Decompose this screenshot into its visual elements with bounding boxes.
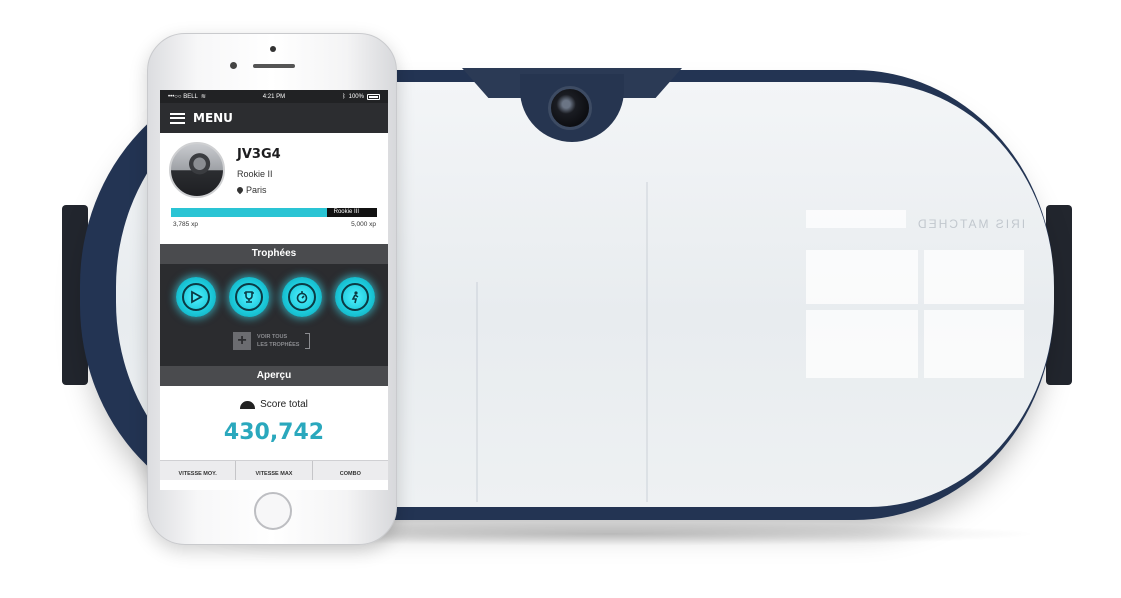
trophy-icon — [244, 291, 254, 303]
visor-overlay-panel — [806, 310, 918, 378]
runner-icon — [351, 291, 359, 304]
status-time: 4:21 PM — [262, 93, 286, 100]
trophy-badge-cup[interactable] — [229, 277, 269, 317]
smartphone: •••○○ BELL ≋ 4:21 PM ᛒ 100% MENU JV3G4 R… — [147, 33, 397, 545]
visor-overlay-panel — [806, 250, 918, 304]
play-icon — [191, 290, 203, 304]
stats-row: VITESSE MOY. VITESSE MAX COMBO — [160, 460, 388, 480]
see-all-line2: LES TROPHÉES — [257, 342, 300, 348]
location-pin-icon — [235, 185, 245, 195]
score-label: Score total — [260, 399, 308, 410]
speedometer-icon — [240, 400, 256, 409]
front-camera-icon — [270, 46, 276, 52]
home-button[interactable] — [254, 492, 292, 530]
menu-label[interactable]: MENU — [193, 111, 233, 125]
plus-icon: + — [233, 332, 251, 350]
visor-grid-line — [476, 282, 478, 502]
trophy-list — [176, 277, 375, 317]
score-value: 430,742 — [223, 420, 325, 445]
bluetooth-icon: ᛒ — [342, 93, 346, 100]
overview-header: Aperçu — [160, 366, 388, 386]
profile-card: JV3G4 Rookie II Paris Rookie III 3,785 x… — [160, 133, 388, 244]
location-label: Paris — [246, 185, 267, 195]
stat-combo[interactable]: COMBO — [313, 461, 388, 480]
carrier-label: •••○○ BELL — [168, 93, 198, 100]
visor-overlay-panel — [924, 310, 1024, 378]
location: Paris — [235, 185, 267, 195]
xp-target: 5,000 xp — [351, 221, 376, 228]
see-all-line1: VOIR TOUS — [257, 334, 288, 340]
see-all-trophies-button[interactable]: + VOIR TOUS LES TROPHÉES — [233, 332, 311, 350]
stat-max-speed[interactable]: VITESSE MAX — [236, 461, 313, 480]
xp-current: 3,785 xp — [173, 221, 198, 228]
bracket-icon — [305, 333, 311, 349]
score-label-row: Score total — [160, 399, 388, 410]
trophies-panel: + VOIR TOUS LES TROPHÉES — [160, 264, 388, 366]
rank-label: Rookie II — [237, 169, 273, 179]
next-rank-label: Rookie III — [333, 209, 359, 215]
earpiece-speaker — [253, 64, 295, 68]
trophy-badge-runner[interactable] — [335, 277, 375, 317]
battery-icon — [366, 93, 380, 100]
overview-panel: Score total 430,742 — [160, 386, 388, 460]
phone-screen: •••○○ BELL ≋ 4:21 PM ᛒ 100% MENU JV3G4 R… — [160, 90, 388, 490]
visor-overlay-panel — [924, 250, 1024, 304]
camera-lens-icon — [548, 86, 592, 130]
trophies-header: Trophées — [160, 244, 388, 264]
trophy-badge-play[interactable] — [176, 277, 216, 317]
xp-progress-fill — [171, 208, 327, 217]
status-bar: •••○○ BELL ≋ 4:21 PM ᛒ 100% — [160, 90, 388, 103]
hamburger-menu-icon[interactable] — [170, 112, 185, 124]
see-all-label: VOIR TOUS LES TROPHÉES — [257, 333, 299, 349]
visor-text: IRIS MATCHED — [916, 217, 1026, 231]
proximity-sensor-icon — [230, 62, 237, 69]
username: JV3G4 — [237, 147, 281, 162]
stat-avg-speed[interactable]: VITESSE MOY. — [160, 461, 237, 480]
visor-grid-line — [646, 182, 648, 502]
wifi-icon: ≋ — [200, 94, 206, 100]
avatar[interactable] — [169, 142, 225, 198]
xp-progress-bar: Rookie III — [171, 208, 377, 217]
trophy-badge-stopwatch[interactable] — [282, 277, 322, 317]
battery-label: 100% — [348, 93, 364, 100]
stopwatch-icon — [296, 291, 308, 304]
app-bar[interactable]: MENU — [160, 103, 388, 133]
visor-overlay-bar — [806, 210, 906, 228]
